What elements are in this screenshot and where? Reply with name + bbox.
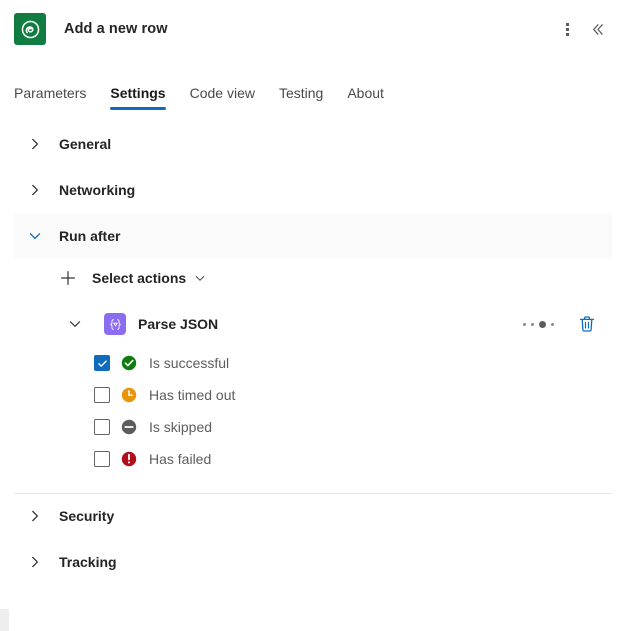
settings-content: General Networking Run after Select acti… [0,110,626,475]
spacer-top [14,110,612,122]
run-after-body: Select actions Parse JSON Is successful … [14,258,612,475]
section-label-tracking: Tracking [59,554,117,570]
tab-code-view[interactable]: Code view [178,85,267,110]
chevron-down-icon [26,227,44,245]
section-header-networking[interactable]: Networking [14,168,612,212]
tab-bar: Parameters Settings Code view Testing Ab… [0,70,626,110]
tab-about[interactable]: About [335,85,396,110]
tab-settings[interactable]: Settings [98,85,177,110]
scrollbar-corner [0,609,9,631]
checkbox-is-successful[interactable] [94,355,110,371]
select-actions-button[interactable]: Select actions [58,262,206,294]
checkbox-has-timed-out[interactable] [94,387,110,403]
success-check-icon [121,355,137,371]
checkbox-is-skipped[interactable] [94,419,110,435]
section-label-security: Security [59,508,115,524]
select-actions-label: Select actions [92,270,187,286]
checkbox-has-failed[interactable] [94,451,110,467]
status-item-is-skipped[interactable]: Is skipped [94,411,612,443]
status-label-is-skipped: Is skipped [149,419,213,435]
action-row-parse-json[interactable]: Parse JSON [58,307,612,341]
skipped-dash-icon [121,419,137,435]
status-item-has-timed-out[interactable]: Has timed out [94,379,612,411]
chevron-down-icon[interactable] [66,315,84,333]
tab-parameters[interactable]: Parameters [14,85,98,110]
action-name-parse-json: Parse JSON [138,316,219,332]
chevron-right-icon [26,553,44,571]
panel-header: Add a new row [0,0,626,58]
tab-testing[interactable]: Testing [267,85,335,110]
chevron-right-icon [26,135,44,153]
section-header-security[interactable]: Security [14,494,612,538]
settings-content-lower: Security Tracking [0,494,626,584]
collapse-panel-icon[interactable] [582,14,612,44]
plus-icon [58,268,78,288]
parse-json-icon [104,313,126,335]
excel-online-icon [14,13,46,45]
section-label-general: General [59,136,112,152]
status-item-has-failed[interactable]: Has failed [94,443,612,475]
section-header-run-after[interactable]: Run after [14,214,612,258]
clock-icon [121,387,137,403]
status-label-has-timed-out: Has timed out [149,387,236,403]
delete-action-icon[interactable] [574,311,600,337]
run-after-action-card: Parse JSON Is successful Has timed out I… [58,307,612,475]
page-title: Add a new row [64,21,168,37]
run-after-status-list: Is successful Has timed out Is skipped H… [58,341,612,475]
action-more-icon[interactable] [519,314,558,334]
dots-vertical-glyph [565,22,569,36]
more-options-icon[interactable] [552,14,582,44]
status-item-is-successful[interactable]: Is successful [94,347,612,379]
section-header-general[interactable]: General [14,122,612,166]
status-label-is-successful: Is successful [149,355,230,371]
error-icon [121,451,137,467]
section-label-run-after: Run after [59,228,121,244]
section-header-tracking[interactable]: Tracking [14,540,612,584]
chevron-right-icon [26,507,44,525]
section-label-networking: Networking [59,182,136,198]
chevron-down-icon [194,272,206,284]
chevron-right-icon [26,181,44,199]
status-label-has-failed: Has failed [149,451,212,467]
